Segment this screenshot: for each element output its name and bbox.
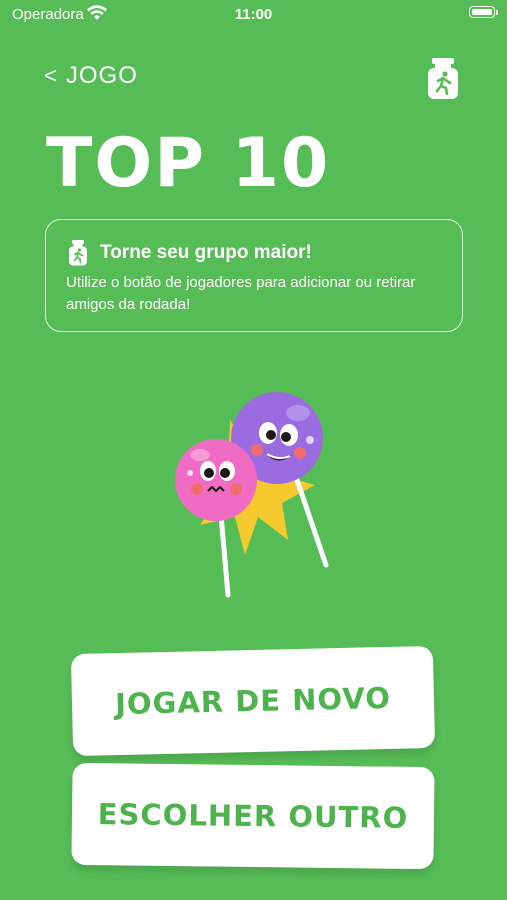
players-jar-icon[interactable]: [426, 58, 460, 100]
status-bar: Operadora 11:00: [0, 0, 507, 30]
back-label: JOGO: [65, 62, 138, 89]
battery-icon: [469, 6, 498, 18]
players-jar-icon: [69, 240, 87, 266]
tip-body: Utilize o botão de jogadores para adicio…: [66, 274, 416, 313]
clock: 11:00: [234, 6, 273, 23]
play-again-button[interactable]: JOGAR DE NOVO: [70, 645, 436, 757]
tip-card: Torne seu grupo maior! Utilize o botão d…: [45, 219, 463, 332]
back-button[interactable]: < JOGO: [44, 62, 138, 90]
page-title: TOP 10: [46, 124, 331, 203]
choose-other-button[interactable]: ESCOLHER OUTRO: [71, 762, 435, 870]
tip-title: Torne seu grupo maior!: [100, 242, 312, 263]
lollipop-mascots-icon: [175, 392, 329, 598]
back-chevron-icon: <: [44, 63, 58, 88]
